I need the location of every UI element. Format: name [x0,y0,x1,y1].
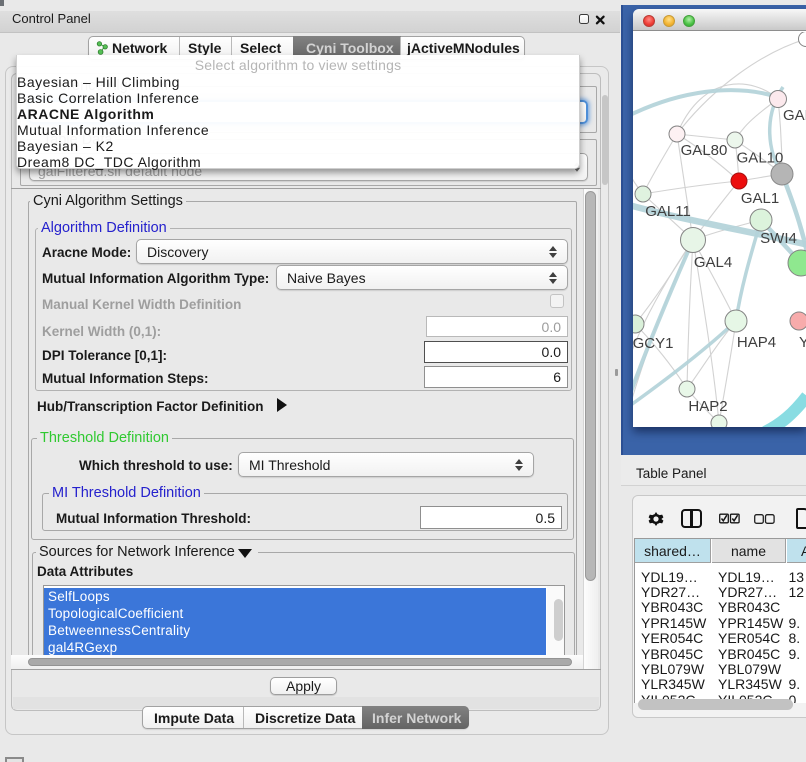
svg-text:GCY1: GCY1 [633,335,673,352]
svg-text:HAP4: HAP4 [737,334,776,351]
svg-text:GAL11: GAL11 [645,203,691,220]
svg-text:GAL80: GAL80 [681,142,728,159]
svg-text:GAL1: GAL1 [741,190,779,207]
svg-text:SWI4: SWI4 [760,230,797,247]
svg-text:GAL4: GAL4 [694,254,732,271]
svg-text:GAL10: GAL10 [737,150,784,167]
svg-text:Y: Y [799,334,806,351]
svg-text:GAL7: GAL7 [783,107,806,124]
svg-text:HAP2: HAP2 [688,398,727,415]
